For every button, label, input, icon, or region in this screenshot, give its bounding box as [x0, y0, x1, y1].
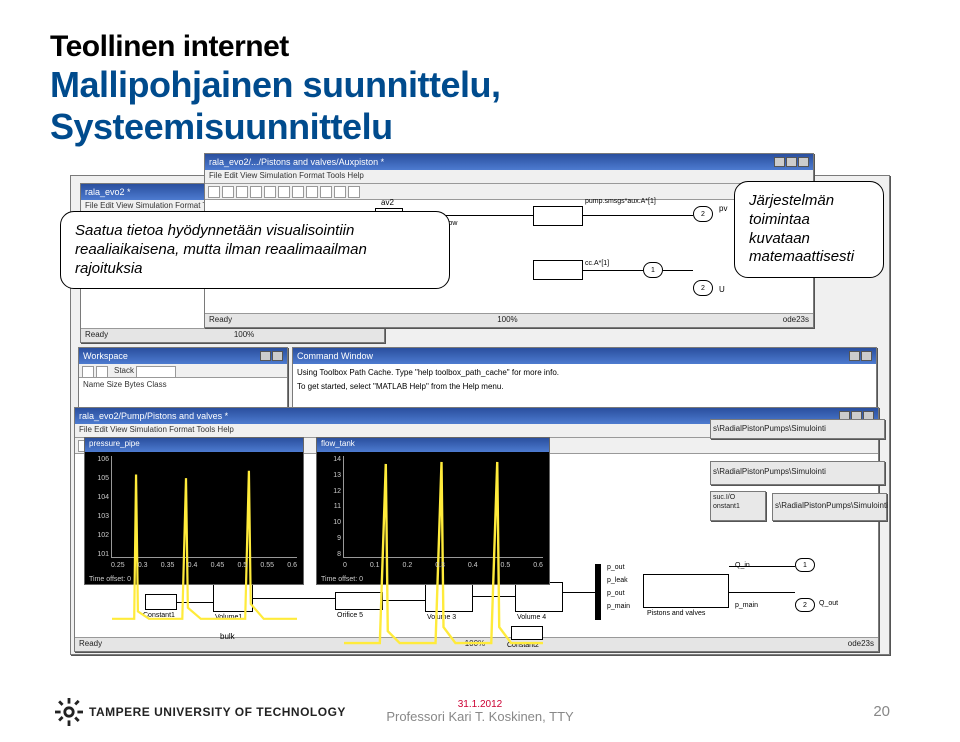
status-solver: ode23s: [848, 639, 874, 650]
label: pump.smsgs*aux.A*[1]: [585, 198, 656, 205]
scope-flow-tank: flow_tank 14 13 12 11 10 9 8 0 0.1 0.2: [316, 437, 550, 585]
label: U: [719, 285, 725, 294]
toolbar[interactable]: [205, 184, 813, 200]
status-ready: Ready: [79, 639, 102, 650]
label: pv: [719, 204, 727, 213]
status-solver: ode23s: [783, 315, 809, 326]
status-zoom: 100%: [497, 315, 517, 326]
slide-footer: TAMPERE UNIVERSITY OF TECHNOLOGY 31.1.20…: [0, 699, 960, 724]
workspace-columns: Name Size Bytes Class: [79, 378, 287, 408]
label: av2: [381, 198, 394, 207]
plot-xlabel: Time offset: 0: [89, 576, 131, 583]
title-line-3: Systeemisuunnittelu: [50, 106, 910, 148]
matlab-command-window: Command Window Using Toolbox Path Cache.…: [292, 347, 877, 409]
title-line-2: Mallipohjainen suunnittelu,: [50, 64, 910, 106]
callout-left: Saatua tietoa hyödynnetään visualisointi…: [60, 211, 450, 289]
menu-bar[interactable]: File Edit View Simulation Format Tools H…: [205, 170, 813, 184]
path-window-2: s\RadialPistonPumps\Simulointi: [710, 461, 885, 485]
page-number: 20: [873, 703, 890, 720]
screenshot-collage: rala_evo2 * File Edit View Simulation Fo…: [70, 175, 890, 655]
block-pistons-and-valves: [643, 574, 729, 608]
block-outport-1: 1: [643, 262, 663, 278]
university-logo: TAMPERE UNIVERSITY OF TECHNOLOGY: [55, 698, 346, 726]
block-outport-2: 2: [693, 206, 713, 222]
scope-pressure-pipe: pressure_pipe 106 105 104 103 102 101 0.…: [84, 437, 304, 585]
slide-title-block: Teollinen internet Mallipohjainen suunni…: [50, 30, 910, 148]
block-outport-2-bottom: 2: [795, 598, 815, 612]
window-title: rala_evo2/.../Pistons and valves/Auxpist…: [209, 157, 384, 167]
matlab-workspace-panel: Workspace Stack Name Size Bytes Class: [78, 347, 288, 409]
window-title: rala_evo2/Pump/Pistons and valves *: [79, 411, 228, 421]
plot-title: flow_tank: [321, 439, 355, 451]
plot-xlabel: Time offset: 0: [321, 576, 363, 583]
path-window-1: s\RadialPistonPumps\Simulointi: [710, 419, 885, 439]
footer-author: Professori Kari T. Koskinen, TTY: [386, 710, 573, 724]
cmd-line-2: To get started, select "MATLAB Help" fro…: [297, 382, 872, 392]
callout-right: Järjestelmän toimintaa kuvataan matemaat…: [734, 181, 884, 278]
path-window-3: s\RadialPistonPumps\Simulointi: [772, 493, 887, 521]
status-zoom: 100%: [234, 330, 254, 341]
university-name: TAMPERE UNIVERSITY OF TECHNOLOGY: [89, 705, 346, 719]
status-ready: Ready: [209, 315, 232, 326]
block-outport-u: 2: [693, 280, 713, 296]
block-mux-bar: [595, 564, 601, 620]
path-window-short: suc.I/O onstant1: [710, 491, 766, 521]
gear-icon: [55, 698, 83, 726]
block-scope: [533, 206, 583, 226]
window-title: rala_evo2 *: [85, 187, 131, 197]
block-mux: [533, 260, 583, 280]
status-ready: Ready: [85, 330, 108, 341]
label: cc.A*[1]: [585, 260, 609, 267]
cmd-line-1: Using Toolbox Path Cache. Type "help too…: [297, 368, 872, 378]
title-line-1: Teollinen internet: [50, 30, 910, 64]
plot-title: pressure_pipe: [89, 439, 140, 451]
block-outport-1-bottom: 1: [795, 558, 815, 572]
